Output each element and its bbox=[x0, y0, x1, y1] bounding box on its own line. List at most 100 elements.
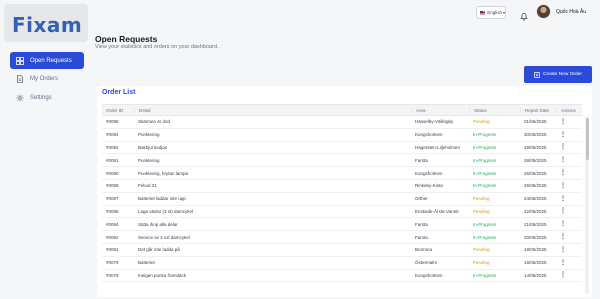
order-id: #0096 bbox=[106, 119, 119, 125]
table-body: #0096 Skärmen är död Hässelby-Vällingby Pen… bbox=[102, 116, 582, 283]
app-logo[interactable]: Fixam bbox=[4, 4, 88, 42]
row-actions-menu[interactable]: ⋮ bbox=[556, 170, 582, 176]
order-id: #0079 bbox=[106, 260, 119, 266]
order-detail: Punktering, brytan lampa bbox=[138, 170, 189, 176]
repair-date: 30/05/2025 bbox=[524, 132, 547, 138]
order-detail: Ineigen punka framdäck bbox=[138, 272, 187, 278]
table-row[interactable]: #0092 Bakhjul kedjan Hägersten-Liljeholmen… bbox=[102, 142, 582, 155]
more-vertical-icon: ⋮ bbox=[560, 272, 566, 279]
more-vertical-icon: ⋮ bbox=[560, 170, 566, 177]
topbar: English ▾ Quốc Hoà Âu bbox=[92, 0, 600, 28]
more-vertical-icon: ⋮ bbox=[560, 234, 566, 241]
row-actions-menu[interactable]: ⋮ bbox=[556, 208, 582, 214]
table-row[interactable]: #0087 Batteriet laddar inte upp Orther Pend… bbox=[102, 193, 582, 206]
order-area: Hägersten-Liljeholmen bbox=[415, 144, 461, 150]
status-badge: Pending bbox=[473, 208, 490, 214]
status-badge: In-Progress bbox=[473, 272, 497, 278]
table-row[interactable]: #0082 Service av 2 vxl damcykel Farsta In-P… bbox=[102, 231, 582, 244]
status-badge: In-Progress bbox=[473, 144, 497, 150]
avatar[interactable] bbox=[536, 4, 551, 19]
more-vertical-icon: ⋮ bbox=[560, 182, 566, 189]
repair-date: 26/05/2025 bbox=[524, 170, 547, 176]
language-selector[interactable]: English ▾ bbox=[476, 6, 506, 19]
repair-date: 14/05/2025 bbox=[524, 272, 547, 278]
language-label: English bbox=[487, 10, 502, 15]
order-id: #0085 bbox=[106, 208, 119, 214]
order-detail: Fekod 21 bbox=[138, 183, 157, 189]
row-actions-menu[interactable]: ⋮ bbox=[556, 119, 582, 125]
sidebar-item-my-orders[interactable]: My Orders bbox=[10, 70, 84, 87]
row-actions-menu[interactable]: ⋮ bbox=[556, 132, 582, 138]
more-vertical-icon: ⋮ bbox=[560, 221, 566, 228]
order-id: #0094 bbox=[106, 132, 119, 138]
order-area: Kungsholmen bbox=[415, 170, 443, 176]
order-id: #0084 bbox=[106, 221, 119, 227]
table-row[interactable]: #0091 Punktering Farsta In-Progress 28/05/20… bbox=[102, 154, 582, 168]
more-vertical-icon: ⋮ bbox=[560, 118, 566, 125]
row-actions-menu[interactable]: ⋮ bbox=[556, 157, 582, 163]
order-id: #0099 bbox=[106, 183, 119, 189]
order-id: #0078 bbox=[106, 272, 119, 278]
table-row[interactable]: #0085 Laga växlar (3 st) damcykel Enskede-… bbox=[102, 206, 582, 219]
row-actions-menu[interactable]: ⋮ bbox=[556, 247, 582, 253]
order-detail: Skärmen är död bbox=[138, 119, 171, 125]
column-header-repair-date: Repair Date bbox=[520, 107, 556, 113]
more-vertical-icon: ⋮ bbox=[560, 208, 566, 215]
table-row[interactable]: #0099 Fekod 21 Rinkeby-Kista In-Progress 26/… bbox=[102, 180, 582, 193]
order-area: Kungsholmen bbox=[415, 272, 443, 278]
more-vertical-icon: ⋮ bbox=[560, 195, 566, 202]
more-vertical-icon: ⋮ bbox=[560, 144, 566, 151]
bell-icon[interactable] bbox=[520, 8, 528, 21]
more-vertical-icon: ⋮ bbox=[560, 259, 566, 266]
add-square-icon bbox=[534, 71, 540, 78]
row-actions-menu[interactable]: ⋮ bbox=[556, 260, 582, 266]
more-vertical-icon: ⋮ bbox=[560, 246, 566, 253]
table-row[interactable]: #0078 Ineigen punka framdäck Kungsholmen In… bbox=[102, 270, 582, 283]
row-actions-menu[interactable]: ⋮ bbox=[556, 272, 582, 278]
sidebar-item-settings[interactable]: Settings bbox=[10, 89, 84, 106]
order-id: #0091 bbox=[106, 157, 119, 163]
order-area: Hässelby-Vällingby bbox=[415, 119, 454, 125]
column-header-detail: Detail bbox=[134, 107, 411, 113]
table-row[interactable]: #0079 Batteriet Östermalm Pending 16/05/2025… bbox=[102, 257, 582, 270]
table-row[interactable]: #0084 Sätta ihop alla delar Farsta In-Progr… bbox=[102, 218, 582, 232]
chevron-down-icon: ▾ bbox=[502, 10, 505, 15]
order-table: Order ID Detail Area Status Repair Date … bbox=[102, 104, 582, 283]
table-scrollbar[interactable] bbox=[585, 116, 589, 294]
repair-date: 26/05/2025 bbox=[524, 183, 547, 189]
sidebar-item-label: Settings bbox=[30, 94, 52, 101]
status-badge: In-Progress bbox=[473, 157, 497, 163]
grid-icon bbox=[16, 56, 24, 65]
table-row[interactable]: #0090 Punktering, brytan lampa Kungsholmen… bbox=[102, 167, 582, 180]
order-detail: Bakhjul kedjan bbox=[138, 144, 168, 150]
create-new-order-label: Create New Order bbox=[543, 72, 582, 77]
repair-date: 21/05/2025 bbox=[524, 221, 547, 227]
row-actions-menu[interactable]: ⋮ bbox=[556, 221, 582, 227]
user-name[interactable]: Quốc Hoà Âu bbox=[556, 9, 586, 15]
repair-date: 24/05/2025 bbox=[524, 196, 547, 202]
row-actions-menu[interactable]: ⋮ bbox=[556, 234, 582, 240]
status-badge: Pending bbox=[473, 260, 490, 266]
order-list-title: Order List bbox=[102, 89, 136, 96]
row-actions-menu[interactable]: ⋮ bbox=[556, 144, 582, 150]
order-detail: Punktering bbox=[138, 132, 160, 138]
scrollbar-thumb[interactable] bbox=[585, 118, 589, 160]
sidebar-item-open-requests[interactable]: Open Requests bbox=[10, 52, 84, 69]
order-area: Kungsholmen bbox=[415, 132, 443, 138]
repair-date: 18/05/2025 bbox=[524, 247, 547, 253]
row-actions-menu[interactable]: ⋮ bbox=[556, 196, 582, 202]
order-detail: Batteriet bbox=[138, 260, 155, 266]
table-row[interactable]: #0094 Punktering Kungsholmen In-Progress 30/… bbox=[102, 129, 582, 142]
order-area: Farsta bbox=[415, 234, 428, 240]
row-actions-menu[interactable]: ⋮ bbox=[556, 183, 582, 189]
table-row[interactable]: #0081 Det går inte ladda på Bromma Pending 1… bbox=[102, 244, 582, 257]
column-header-area: Area bbox=[411, 107, 469, 113]
order-detail: Service av 2 vxl damcykel bbox=[138, 234, 190, 240]
logo-text: Fixam bbox=[12, 13, 83, 37]
create-new-order-button[interactable]: Create New Order bbox=[524, 66, 592, 83]
order-id: #0082 bbox=[106, 234, 119, 240]
status-badge: In-Progress bbox=[473, 234, 497, 240]
page-title: Open Requests bbox=[95, 34, 158, 44]
column-header-order-id: Order ID bbox=[106, 107, 124, 113]
table-row[interactable]: #0096 Skärmen är död Hässelby-Vällingby Pen… bbox=[102, 116, 582, 129]
